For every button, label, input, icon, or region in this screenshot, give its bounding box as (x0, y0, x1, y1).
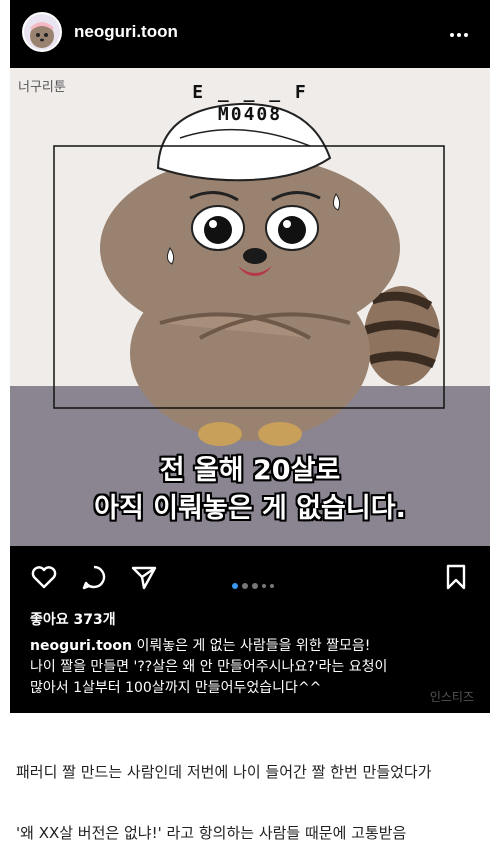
site-watermark: 인스티즈 (429, 690, 474, 704)
post-actions (10, 553, 490, 601)
avatar-raccoon-icon (30, 22, 54, 48)
post-header: neoguri.toon (10, 0, 490, 68)
code-bottom: M0408 (217, 104, 283, 125)
share-icon[interactable] (130, 563, 158, 591)
image-caption-line2: 아직 이뤄놓은 게 없습니다. (94, 493, 406, 524)
post-username[interactable]: neoguri.toon (74, 22, 178, 42)
post-caption: neoguri.toon 이뤄놓은 게 없는 사람들을 위한 짤모음! 나이 짤… (30, 636, 480, 699)
avatar[interactable] (22, 12, 62, 52)
heart-icon[interactable] (30, 563, 58, 591)
code-top: E _ _ _ F (192, 82, 308, 103)
caption-line2: 나이 짤을 만들면 '??살은 왜 안 만들어주시나요?'라는 요청이 (30, 659, 388, 675)
image-caption-line1: 전 올해 20살로 (159, 455, 341, 486)
carousel-dot-active (232, 582, 238, 589)
caption-line3: 많아서 1살부터 100살까지 만들어두었습니다^^ (30, 680, 322, 696)
caption-line1: 이뤄놓은 게 없는 사람들을 위한 짤모음! (136, 638, 371, 654)
carousel-indicator (232, 575, 278, 589)
carousel-dot (252, 582, 258, 589)
comment-icon[interactable] (80, 563, 108, 591)
caption-username[interactable]: neoguri.toon (30, 638, 132, 654)
more-icon[interactable] (450, 22, 474, 42)
carousel-dot (270, 583, 274, 588)
bookmark-icon[interactable] (442, 563, 470, 591)
post-image[interactable]: 너구리툰 E _ _ _ F M0408 전 올해 20살로 아직 이뤄놓은 게… (10, 68, 490, 546)
body-text-line1: 패러디 짤 만드는 사람인데 저번에 나이 들어간 짤 한번 만들었다가 (16, 763, 432, 781)
likes-count[interactable]: 좋아요 373개 (30, 609, 116, 629)
carousel-dot (242, 582, 248, 589)
body-text-line2: '왜 XX살 버전은 없냐!' 라고 항의하는 사람들 때문에 고통받음 (16, 824, 407, 842)
carousel-dot (262, 583, 266, 588)
instagram-post: neoguri.toon 너구리툰 E _ _ _ F M0408 전 올해 2… (10, 0, 490, 713)
